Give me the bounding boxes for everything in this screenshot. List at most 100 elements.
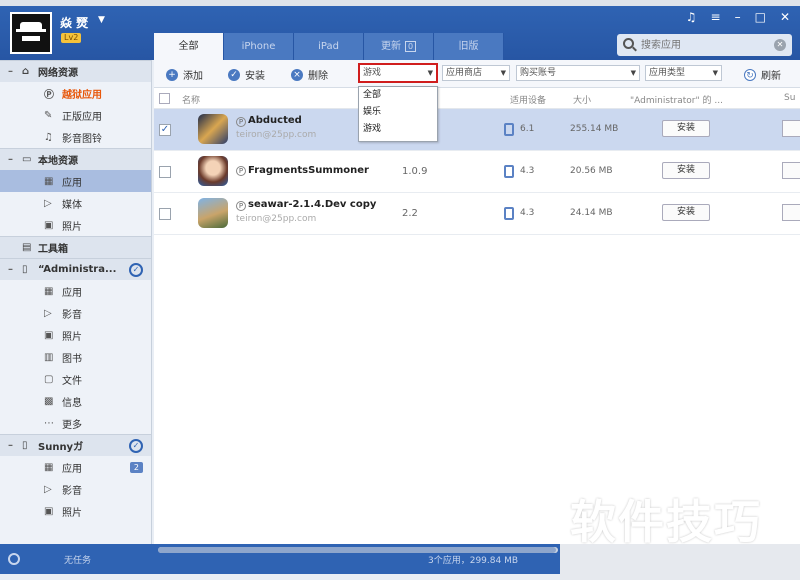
table-row[interactable]: P FragmentsSummoner 1.0.9 4.3 20.56 MB 安… [154,151,800,193]
add-button[interactable]: + 添加 [166,67,203,82]
sidebar-item-device-apps[interactable]: ▦ 应用 [0,280,151,302]
search-input[interactable] [641,37,761,53]
install-button[interactable]: 安装 [662,162,710,179]
install-button-secondary[interactable] [782,120,800,137]
mask-icon [22,36,40,41]
sidebar-item-local-apps[interactable]: ▦ 应用 [0,170,151,192]
table-row[interactable]: ✓ P Abducted teiron@25pp.com 6.1 255.14 … [154,109,800,151]
tab-old-versions[interactable]: 旧版 [434,33,504,60]
connected-check-icon: ✓ [129,438,143,453]
row-checkbox[interactable]: ✓ [159,124,171,136]
music-icon[interactable]: ♫ [686,10,697,24]
clear-search-icon[interactable]: ✕ [774,39,786,51]
install-button[interactable]: ✓ 安装 [228,67,265,82]
phone-icon: ▯ [22,440,28,451]
row-checkbox[interactable] [159,208,171,220]
type-filter-select[interactable]: 游戏 ▼ [358,63,438,83]
sidebar-section-device-administrator[interactable]: – ▯ “Administra... ✓ [0,258,151,280]
install-button-secondary[interactable] [782,204,800,221]
install-icon: ✓ [228,68,240,81]
pp-icon: P [236,117,246,127]
column-device[interactable]: 适用设备 [510,93,546,106]
sidebar-item-device2-photos[interactable]: ▣ 照片 [0,500,151,522]
tab-iphone[interactable]: iPhone [224,33,294,60]
column-extra[interactable]: Su [784,93,795,103]
row-checkbox[interactable] [159,166,171,178]
select-all-checkbox[interactable] [159,93,170,104]
close-icon[interactable]: ✕ [780,10,790,24]
app-type-filter-select[interactable]: 应用类型 ▼ [645,65,722,81]
column-name[interactable]: 名称 [182,93,200,106]
account-filter-select[interactable]: 购买账号 ▼ [516,65,640,81]
horizontal-scrollbar[interactable] [158,547,558,553]
task-status[interactable]: 无任务 [64,553,91,566]
sidebar: – ⌂ 网络资源 Ⓟ 越狱应用 ✎ 正版应用 ♫ 影音图铃 – ▭ 本地资源 ▦ 应用 … [0,60,152,544]
app-icon [198,198,228,228]
column-owner[interactable]: "Administrator" 的 ... [630,93,723,106]
sidebar-section-toolbox[interactable]: ▤ 工具箱 [0,236,151,258]
sidebar-item-device-media[interactable]: ▷ 影音 [0,302,151,324]
dropdown-option-entertainment[interactable]: 娱乐 [359,104,437,121]
sidebar-item-device-more[interactable]: ⋯ 更多 [0,412,151,434]
level-badge: Lv2 [61,33,82,43]
sidebar-section-local[interactable]: – ▭ 本地资源 [0,148,151,170]
book-icon: ▥ [44,351,54,363]
app-icon [198,114,228,144]
sidebar-section-device-sunny[interactable]: – ▯ Sunnyガ ✓ [0,434,151,456]
app-table: 名称 适用设备 大小 "Administrator" 的 ... Su ✓ P … [154,88,800,544]
refresh-button[interactable]: ↻ 刷新 [744,67,781,82]
sidebar-item-device-books[interactable]: ▥ 图书 [0,346,151,368]
avatar[interactable] [10,12,52,54]
sidebar-item-device2-apps[interactable]: ▦ 应用 2 [0,456,151,478]
sidebar-item-device-photos[interactable]: ▣ 照片 [0,324,151,346]
collapse-icon[interactable]: – [8,440,18,451]
toolbox-icon: ▤ [22,242,32,253]
dropdown-option-all[interactable]: 全部 [359,87,437,104]
sidebar-item-device-messages[interactable]: ▩ 信息 [0,390,151,412]
collapse-icon[interactable]: – [8,154,18,165]
message-icon: ▩ [44,395,54,407]
pp-icon: Ⓟ [44,89,54,101]
install-button[interactable]: 安装 [662,120,710,137]
sidebar-section-network[interactable]: – ⌂ 网络资源 [0,60,151,82]
collapse-icon[interactable]: – [8,264,18,275]
photo-icon: ▣ [44,505,54,517]
maximize-icon[interactable]: □ [755,10,766,24]
app-store-icon: ✎ [44,109,53,121]
column-size[interactable]: 大小 [573,93,591,106]
more-icon: ⋯ [44,417,54,429]
menu-icon[interactable]: ≡ [711,10,721,24]
sidebar-item-local-photos[interactable]: ▣ 照片 [0,214,151,236]
chevron-down-icon[interactable]: ▼ [98,15,105,25]
minimize-icon[interactable]: – [735,10,741,24]
delete-button[interactable]: × 删除 [291,67,328,82]
video-icon: ▷ [44,307,52,319]
grid-icon: ▦ [44,461,54,473]
grid-icon: ▦ [44,285,54,297]
search-box: ✕ [617,34,792,56]
install-button-secondary[interactable] [782,162,800,179]
pp-icon: P [236,201,246,211]
video-icon: ▷ [44,483,52,495]
collapse-icon[interactable]: – [8,66,18,77]
photo-icon: ▣ [44,329,54,341]
grid-icon: ▦ [44,175,54,187]
tab-updates[interactable]: 更新 0 [364,33,434,60]
sidebar-item-jailbreak-apps[interactable]: Ⓟ 越狱应用 [0,82,151,104]
username[interactable]: 焱 燹 [60,14,88,31]
dropdown-option-games[interactable]: 游戏 [359,121,437,138]
connected-check-icon: ✓ [129,262,143,277]
table-row[interactable]: P seawar-2.1.4.Dev copy teiron@25pp.com … [154,193,800,235]
type-filter-dropdown: 全部 娱乐 游戏 [358,86,438,142]
sidebar-item-device2-media[interactable]: ▷ 影音 [0,478,151,500]
sidebar-item-local-media[interactable]: ▷ 媒体 [0,192,151,214]
power-icon[interactable] [8,553,20,565]
tab-ipad[interactable]: iPad [294,33,364,60]
phone-icon: ▯ [22,264,28,275]
store-filter-select[interactable]: 应用商店 ▼ [442,65,510,81]
sidebar-item-official-apps[interactable]: ✎ 正版应用 [0,104,151,126]
install-button[interactable]: 安装 [662,204,710,221]
tab-all[interactable]: 全部 [154,33,224,60]
sidebar-item-media-ringtones[interactable]: ♫ 影音图铃 [0,126,151,148]
sidebar-item-device-files[interactable]: ▢ 文件 [0,368,151,390]
